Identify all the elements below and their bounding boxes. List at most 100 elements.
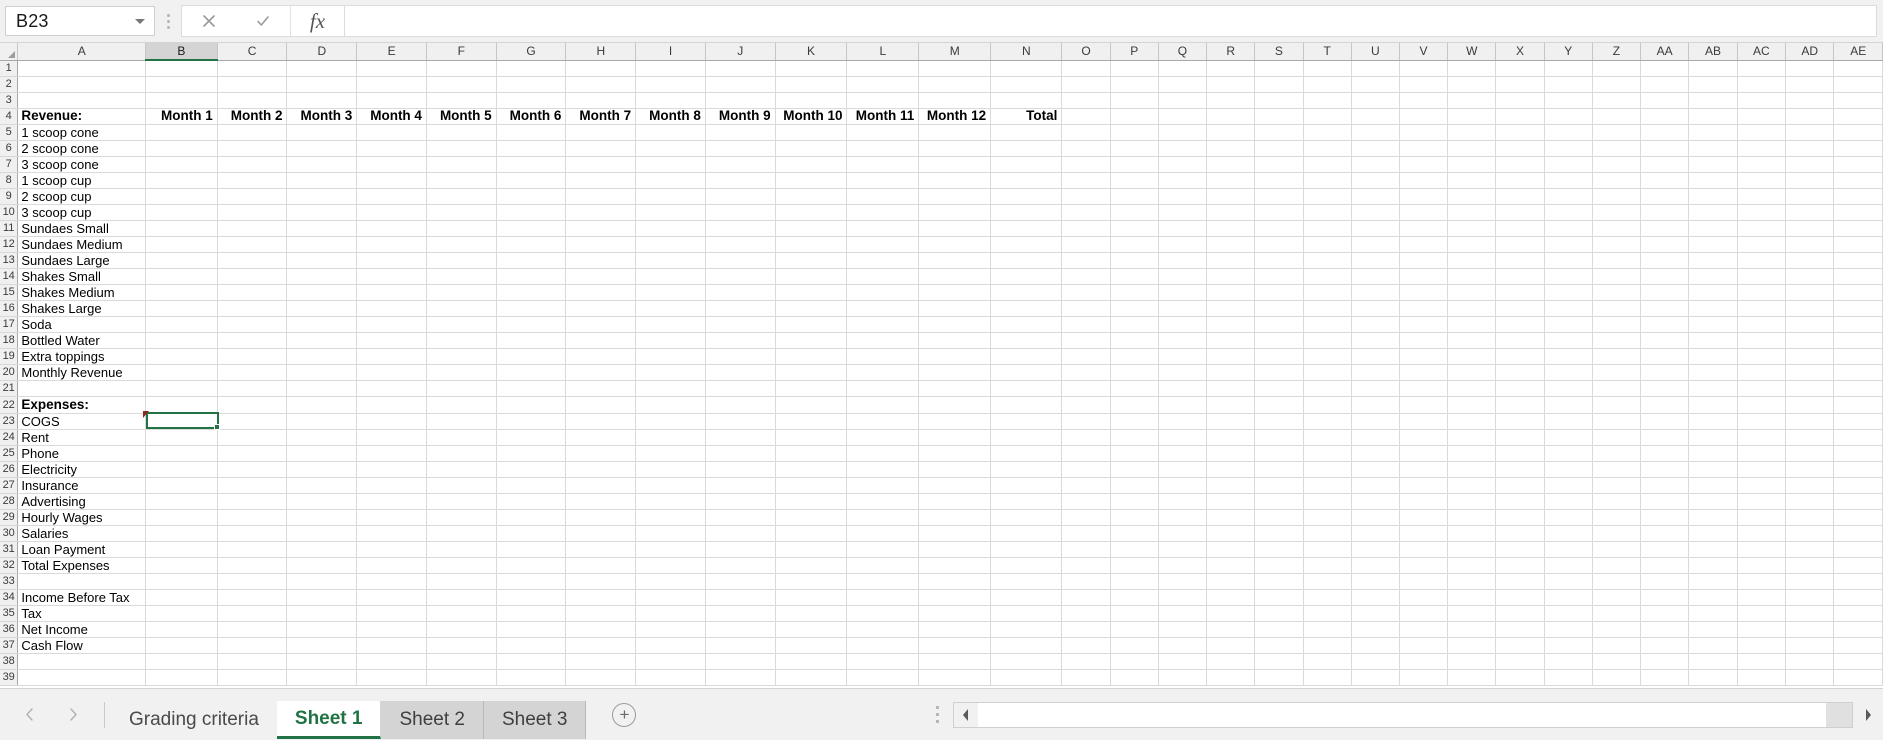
cell-A19[interactable]: Extra toppings: [17, 348, 147, 366]
cell-AD13[interactable]: [1785, 252, 1835, 270]
cell-AA33[interactable]: [1640, 573, 1690, 591]
cell-Z16[interactable]: [1592, 300, 1641, 318]
cell-I20[interactable]: [635, 364, 706, 382]
row-header-7[interactable]: 7: [0, 156, 19, 173]
cell-B30[interactable]: [145, 525, 218, 542]
cell-AC31[interactable]: [1737, 541, 1787, 558]
cell-S35[interactable]: [1254, 605, 1304, 623]
cell-AA37[interactable]: [1640, 637, 1690, 655]
cell-Q17[interactable]: [1158, 316, 1208, 334]
cell-Y11[interactable]: [1544, 220, 1593, 238]
cell-Y22[interactable]: [1544, 396, 1593, 414]
cell-T7[interactable]: [1303, 156, 1352, 173]
cell-S7[interactable]: [1254, 156, 1304, 173]
cell-L4[interactable]: Month 11: [846, 108, 920, 125]
cell-Y4[interactable]: [1544, 108, 1593, 125]
cell-H28[interactable]: [565, 493, 637, 510]
cell-R16[interactable]: [1206, 300, 1256, 318]
cell-R33[interactable]: [1206, 573, 1256, 591]
cell-T6[interactable]: [1303, 140, 1352, 157]
cell-V5[interactable]: [1399, 124, 1449, 141]
cell-K11[interactable]: [775, 220, 848, 238]
column-header-l[interactable]: L: [846, 43, 920, 61]
cell-J12[interactable]: [705, 236, 776, 254]
cell-R2[interactable]: [1206, 76, 1256, 93]
cell-T36[interactable]: [1303, 621, 1352, 639]
cell-I25[interactable]: [635, 445, 706, 462]
cell-B27[interactable]: [145, 477, 218, 494]
cell-G39[interactable]: [496, 669, 567, 687]
cell-K14[interactable]: [775, 268, 848, 286]
cell-T27[interactable]: [1303, 477, 1352, 494]
row-header-9[interactable]: 9: [0, 188, 19, 205]
cell-D3[interactable]: [286, 92, 358, 109]
cell-F32[interactable]: [426, 557, 497, 575]
cell-F13[interactable]: [426, 252, 497, 270]
cell-B6[interactable]: [145, 140, 218, 157]
cell-AD21[interactable]: [1785, 380, 1835, 398]
cell-P30[interactable]: [1110, 525, 1159, 542]
cell-U24[interactable]: [1351, 429, 1400, 446]
column-header-t[interactable]: T: [1303, 43, 1352, 61]
cell-B31[interactable]: [145, 541, 218, 558]
cell-V34[interactable]: [1399, 589, 1449, 607]
cell-AA15[interactable]: [1640, 284, 1690, 302]
cell-V3[interactable]: [1399, 92, 1449, 109]
cell-X23[interactable]: [1495, 413, 1545, 430]
cell-AC18[interactable]: [1737, 332, 1787, 350]
cell-W25[interactable]: [1447, 445, 1497, 462]
cell-E20[interactable]: [356, 364, 427, 382]
cell-A36[interactable]: Net Income: [17, 621, 147, 639]
cell-X33[interactable]: [1495, 573, 1545, 591]
cell-I13[interactable]: [635, 252, 706, 270]
cell-H10[interactable]: [565, 204, 637, 221]
cell-Q1[interactable]: [1158, 60, 1208, 77]
cell-N25[interactable]: [990, 445, 1063, 462]
cell-K37[interactable]: [775, 637, 848, 655]
cell-Y34[interactable]: [1544, 589, 1593, 607]
cell-X24[interactable]: [1495, 429, 1545, 446]
cell-B4[interactable]: Month 1: [145, 108, 218, 125]
cell-M22[interactable]: [918, 396, 992, 414]
cell-N28[interactable]: [990, 493, 1063, 510]
cell-F31[interactable]: [426, 541, 497, 558]
cell-J35[interactable]: [705, 605, 776, 623]
cell-P22[interactable]: [1110, 396, 1159, 414]
name-box[interactable]: B23: [5, 6, 155, 36]
cell-S25[interactable]: [1254, 445, 1304, 462]
cell-O11[interactable]: [1061, 220, 1111, 238]
cell-O20[interactable]: [1061, 364, 1111, 382]
cell-AD36[interactable]: [1785, 621, 1835, 639]
cell-R34[interactable]: [1206, 589, 1256, 607]
cell-H3[interactable]: [565, 92, 637, 109]
cell-U29[interactable]: [1351, 509, 1400, 526]
cell-V30[interactable]: [1399, 525, 1449, 542]
cell-S15[interactable]: [1254, 284, 1304, 302]
cell-A24[interactable]: Rent: [17, 429, 147, 446]
cell-I36[interactable]: [635, 621, 706, 639]
cell-K5[interactable]: [775, 124, 848, 141]
cell-X8[interactable]: [1495, 172, 1545, 189]
cell-X17[interactable]: [1495, 316, 1545, 334]
cell-V17[interactable]: [1399, 316, 1449, 334]
cell-T39[interactable]: [1303, 669, 1352, 687]
cell-Z13[interactable]: [1592, 252, 1641, 270]
cell-M15[interactable]: [918, 284, 992, 302]
cell-B10[interactable]: [145, 204, 218, 221]
cell-Z28[interactable]: [1592, 493, 1641, 510]
cell-AB4[interactable]: [1688, 108, 1738, 125]
cell-V9[interactable]: [1399, 188, 1449, 205]
cell-F5[interactable]: [426, 124, 497, 141]
cell-F14[interactable]: [426, 268, 497, 286]
close-icon[interactable]: [182, 6, 236, 36]
cell-T14[interactable]: [1303, 268, 1352, 286]
cell-G26[interactable]: [496, 461, 567, 478]
cell-N13[interactable]: [990, 252, 1063, 270]
cell-S8[interactable]: [1254, 172, 1304, 189]
cell-AB3[interactable]: [1688, 92, 1738, 109]
cell-I10[interactable]: [635, 204, 706, 221]
cell-K34[interactable]: [775, 589, 848, 607]
cell-AE7[interactable]: [1833, 156, 1883, 173]
cell-AA18[interactable]: [1640, 332, 1690, 350]
cell-O23[interactable]: [1061, 413, 1111, 430]
